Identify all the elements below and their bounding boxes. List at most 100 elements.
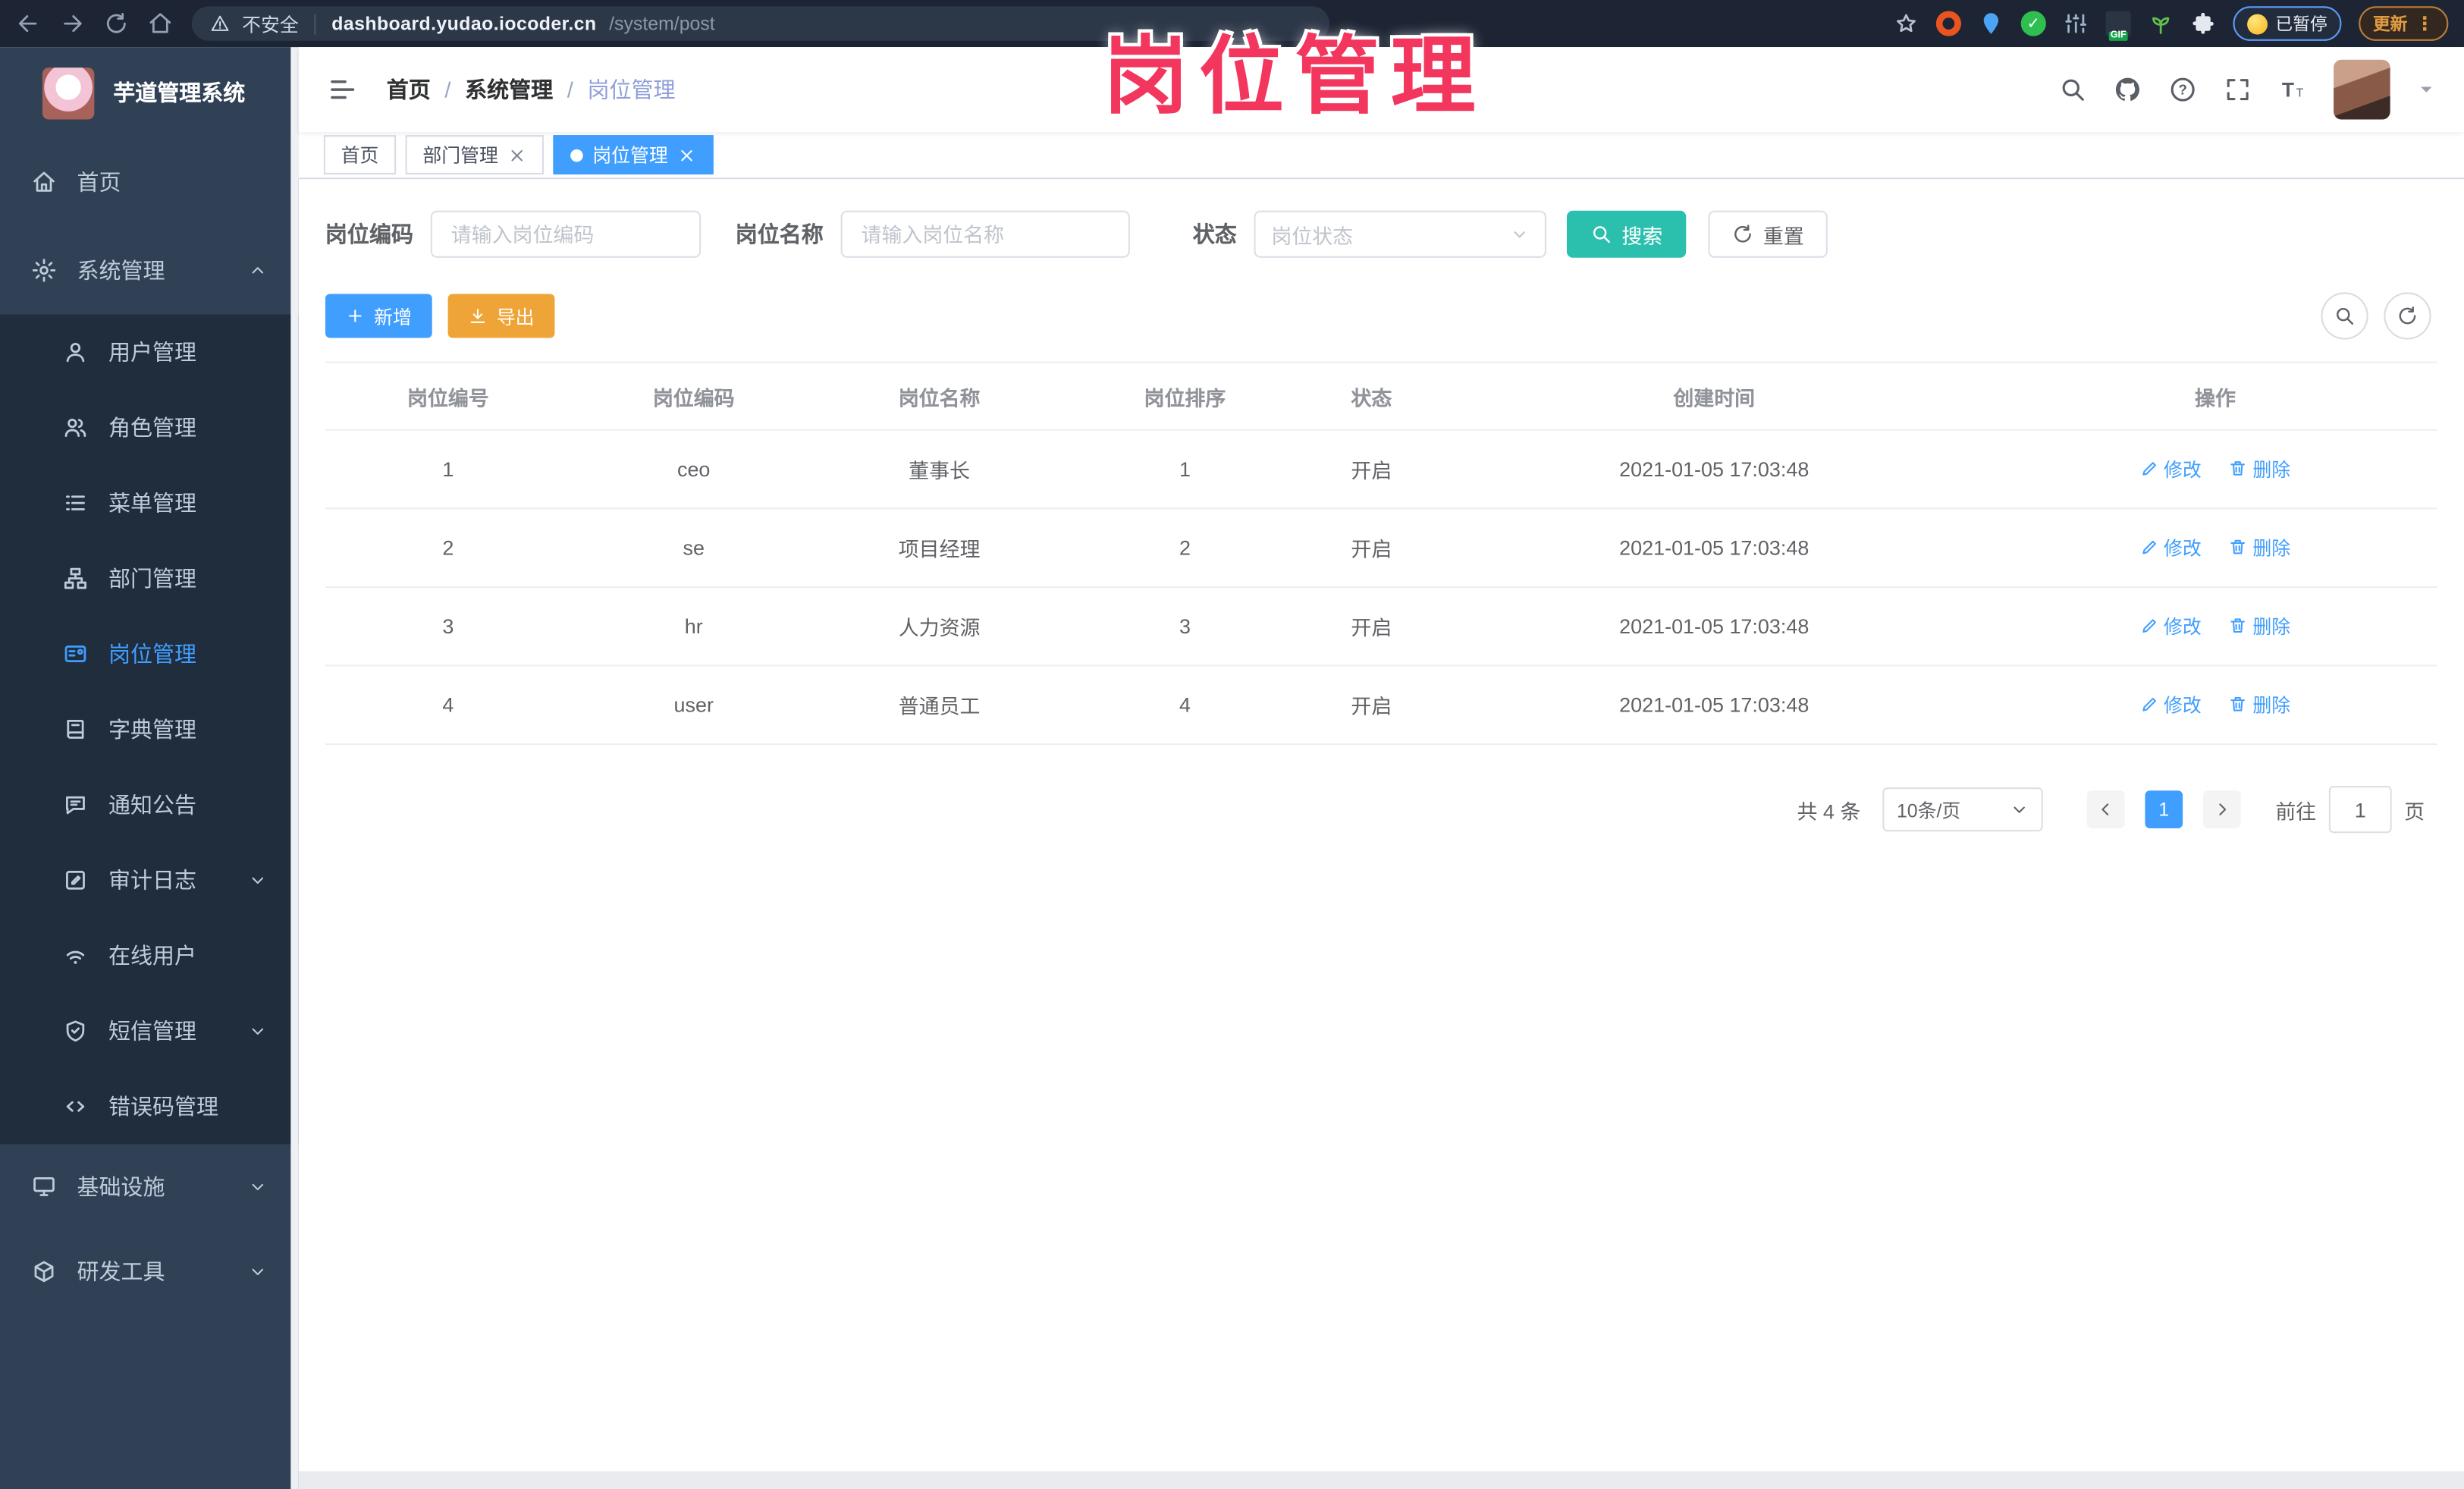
update-button[interactable]: 更新 ⋮ [2359, 6, 2449, 41]
sidebar-item-error-codes[interactable]: 错误码管理 [0, 1069, 299, 1144]
tab-bar: 首页 部门管理 岗位管理 [298, 132, 2464, 180]
post-code-input[interactable] [430, 210, 702, 258]
sidebar-item-posts[interactable]: 岗位管理 [0, 616, 299, 691]
gif-badge-icon[interactable] [2105, 11, 2131, 41]
breadcrumb-current: 岗位管理 [587, 77, 676, 102]
next-page-button[interactable] [2203, 790, 2241, 828]
search-toggle-button[interactable] [2321, 292, 2368, 340]
back-icon[interactable] [16, 11, 41, 36]
sidebar-item-home[interactable]: 首页 [0, 138, 299, 226]
org-tree-icon [63, 566, 88, 591]
sidebar-item-audit-log[interactable]: 审计日志 [0, 843, 299, 918]
table-toolbar: 新增 导出 [325, 292, 2437, 340]
home-icon[interactable] [148, 11, 173, 36]
caret-down-icon[interactable] [2417, 80, 2436, 99]
table-row: 3 hr 人力资源 3 开启 2021-01-05 17:03:48 修改 删除 [325, 586, 2437, 667]
edit-icon [2140, 460, 2159, 479]
header-actions: ? TT [2058, 59, 2436, 120]
sidebar-item-system[interactable]: 系统管理 [0, 226, 299, 314]
trash-icon [2229, 617, 2248, 636]
hamburger-icon[interactable] [327, 74, 358, 105]
sidebar-item-infrastructure[interactable]: 基础设施 [0, 1144, 299, 1229]
help-icon[interactable]: ? [2168, 75, 2196, 103]
audit-log-icon [63, 868, 88, 893]
delete-link[interactable]: 删除 [2229, 534, 2290, 561]
search-icon [1590, 223, 1612, 245]
sidebar-item-sms[interactable]: 短信管理 [0, 994, 299, 1069]
edit-icon [2140, 538, 2159, 557]
search-button[interactable]: 搜索 [1566, 210, 1687, 258]
page-unit-label: 页 [2404, 799, 2425, 823]
chevron-down-icon [2010, 800, 2029, 819]
forward-icon[interactable] [60, 11, 85, 36]
breadcrumb-system[interactable]: 系统管理 [465, 74, 553, 105]
monitor-icon [31, 1174, 56, 1199]
page-number-button[interactable]: 1 [2145, 790, 2183, 828]
post-code-label: 岗位编码 [325, 221, 413, 247]
search-icon[interactable] [2058, 75, 2086, 103]
app-logo [42, 67, 95, 119]
fullscreen-icon[interactable] [2224, 75, 2252, 103]
edit-link[interactable]: 修改 [2140, 691, 2202, 718]
sidebar-item-users[interactable]: 用户管理 [0, 314, 299, 389]
shield-icon [63, 1019, 88, 1044]
extensions-puzzle-icon[interactable] [2191, 11, 2216, 36]
status-select[interactable]: 岗位状态 [1254, 210, 1546, 258]
sidebar-item-roles[interactable]: 角色管理 [0, 390, 299, 465]
reload-icon[interactable] [104, 11, 129, 36]
address-bar[interactable]: 不安全 dashboard.yudao.iocoder.cn /system/p… [191, 6, 1329, 41]
content: 岗位编码 岗位名称 状态 岗位状态 搜索 [299, 179, 2464, 1471]
delete-link[interactable]: 删除 [2229, 613, 2290, 639]
user-avatar[interactable] [2334, 59, 2390, 120]
delete-link[interactable]: 删除 [2229, 455, 2290, 482]
close-icon[interactable] [677, 146, 696, 165]
sidebar-item-online-users[interactable]: 在线用户 [0, 918, 299, 993]
tab-posts[interactable]: 岗位管理 [553, 135, 714, 175]
refresh-button[interactable] [2384, 292, 2431, 340]
delete-link[interactable]: 删除 [2229, 691, 2290, 718]
ubuntu-ring-icon[interactable] [1935, 11, 1961, 36]
sidebar-item-announcements[interactable]: 通知公告 [0, 767, 299, 842]
font-size-icon[interactable]: TT [2279, 75, 2307, 103]
browser-toolbar-right: ✓ 已暂停 更新 ⋮ [1894, 6, 2449, 41]
edit-link[interactable]: 修改 [2140, 613, 2202, 639]
total-count: 共 4 条 [1797, 799, 1861, 823]
sidebar-item-dev-tools[interactable]: 研发工具 [0, 1229, 299, 1314]
page-size-select[interactable]: 10条/页 [1882, 787, 2043, 832]
add-button[interactable]: 新增 [325, 294, 432, 338]
edit-link[interactable]: 修改 [2140, 455, 2202, 482]
green-check-icon[interactable]: ✓ [2020, 11, 2046, 36]
close-icon[interactable] [507, 146, 526, 165]
export-button[interactable]: 导出 [447, 294, 555, 338]
chevron-down-icon [1510, 225, 1529, 243]
prev-page-button[interactable] [2086, 790, 2125, 828]
github-icon[interactable] [2114, 75, 2142, 103]
svg-text:?: ? [2178, 81, 2186, 97]
tab-departments[interactable]: 部门管理 [405, 135, 545, 175]
paused-badge[interactable]: 已暂停 [2233, 6, 2342, 41]
reset-button[interactable]: 重置 [1708, 210, 1828, 258]
status-label: 状态 [1192, 221, 1237, 247]
app-logo-row[interactable]: 芋道管理系统 [0, 47, 299, 138]
post-name-input[interactable] [840, 210, 1130, 258]
plant-icon[interactable] [2149, 11, 2174, 36]
goto-page-input[interactable] [2328, 786, 2392, 834]
security-label: 不安全 [242, 13, 299, 36]
sliders-icon[interactable] [2064, 11, 2089, 36]
download-icon [469, 306, 488, 325]
star-icon[interactable] [1894, 11, 1919, 36]
security-warning-icon [211, 14, 230, 33]
tab-home[interactable]: 首页 [323, 135, 397, 175]
edit-link[interactable]: 修改 [2140, 534, 2202, 561]
location-pin-icon[interactable] [1979, 11, 2004, 36]
sidebar-item-departments[interactable]: 部门管理 [0, 541, 299, 616]
breadcrumb-home[interactable]: 首页 [387, 74, 431, 105]
app-header: 首页 / 系统管理 / 岗位管理 ? TT [298, 47, 2464, 133]
chevron-right-icon [2212, 800, 2231, 819]
code-icon [63, 1094, 88, 1119]
sidebar-item-menus[interactable]: 菜单管理 [0, 465, 299, 540]
sidebar-scrollbar[interactable] [290, 47, 299, 1489]
status-text: 开启 [1307, 429, 1436, 510]
sidebar-item-dictionary[interactable]: 字典管理 [0, 692, 299, 767]
breadcrumb: 首页 / 系统管理 / 岗位管理 [387, 74, 676, 105]
